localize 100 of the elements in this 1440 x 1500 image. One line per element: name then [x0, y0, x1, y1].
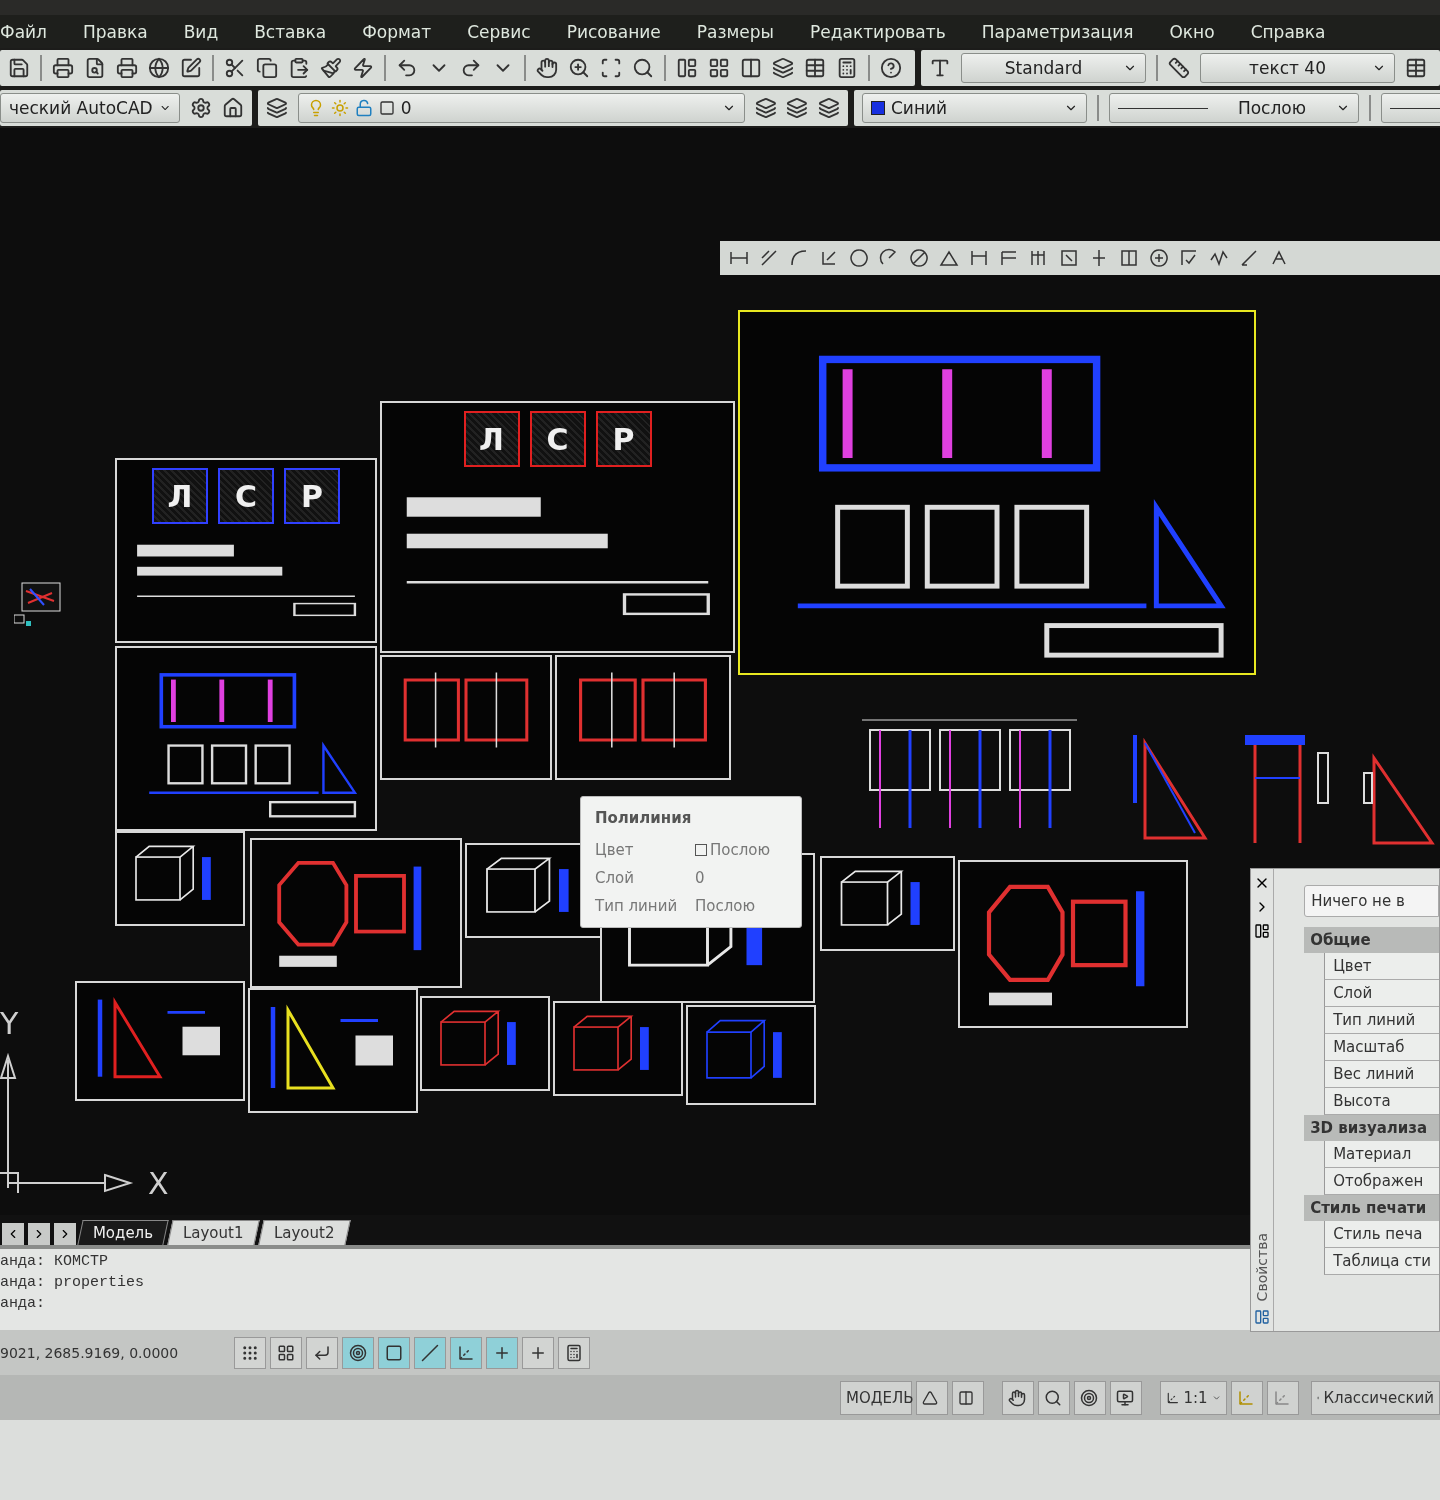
grip-dots-icon[interactable]: [241, 1343, 259, 1362]
hand-icon[interactable]: [1007, 1388, 1026, 1407]
status-toggle[interactable]: [450, 1336, 482, 1369]
menu-item[interactable]: Формат: [362, 21, 432, 42]
help-icon[interactable]: [880, 57, 902, 79]
steering-wheel-button[interactable]: [1073, 1380, 1106, 1415]
square-icon[interactable]: [385, 1343, 403, 1362]
grid-icon[interactable]: [277, 1343, 295, 1362]
house-icon[interactable]: [222, 97, 244, 119]
search-icon[interactable]: [1043, 1388, 1062, 1407]
hand-icon[interactable]: [536, 57, 558, 79]
selection-field[interactable]: Ничего не в: [1304, 885, 1439, 917]
target-icon[interactable]: [349, 1343, 367, 1362]
paintbrush-icon[interactable]: [320, 57, 342, 79]
status-toggle[interactable]: [234, 1336, 266, 1369]
menu-item[interactable]: Вид: [183, 21, 219, 42]
panel-icon[interactable]: [676, 57, 698, 79]
menu-item[interactable]: Размеры: [696, 21, 775, 42]
dimension-tool-icon[interactable]: [1058, 248, 1080, 268]
layers-icon[interactable]: [786, 97, 809, 119]
property-group-header[interactable]: Общие: [1304, 927, 1439, 953]
dimension-tool-icon[interactable]: [1118, 248, 1140, 268]
zoom-window-icon[interactable]: [600, 57, 622, 79]
color-dropdown[interactable]: Синий: [862, 93, 1087, 123]
dimension-tool-icon[interactable]: [848, 248, 870, 268]
show-motion-button[interactable]: [1109, 1380, 1142, 1415]
lineweight-dropdown[interactable]: [1381, 93, 1440, 123]
pan-button[interactable]: [1001, 1380, 1034, 1415]
slash-icon[interactable]: [421, 1343, 439, 1362]
status-toggle[interactable]: [522, 1336, 554, 1369]
file-search-icon[interactable]: [84, 57, 106, 79]
status-toggle[interactable]: [378, 1336, 410, 1369]
annotation-scale-button[interactable]: 1:1: [1159, 1380, 1227, 1415]
dimension-tool-icon[interactable]: [1148, 248, 1170, 268]
redo-icon[interactable]: [460, 57, 482, 79]
ruler-icon[interactable]: [1168, 57, 1190, 79]
panel-icon[interactable]: [1254, 923, 1271, 939]
dimension-tool-icon[interactable]: [938, 248, 960, 268]
workspace-button[interactable]: Классический: [1310, 1380, 1440, 1415]
status-toggle[interactable]: [342, 1336, 374, 1369]
table-icon[interactable]: [804, 57, 826, 79]
menu-item[interactable]: Вставка: [254, 21, 327, 42]
status-toggle[interactable]: [486, 1336, 518, 1369]
status-toggle[interactable]: [558, 1336, 590, 1369]
dimension-tool-icon[interactable]: [1208, 248, 1230, 268]
text-style-icon[interactable]: [929, 57, 951, 79]
layers-icon[interactable]: [818, 97, 840, 119]
menu-item[interactable]: Сервис: [467, 21, 531, 42]
cut-icon[interactable]: [224, 57, 246, 79]
corner-arrow-icon[interactable]: [313, 1343, 331, 1362]
layout-tab[interactable]: Layout1: [167, 1220, 260, 1245]
status-toggle[interactable]: [270, 1336, 302, 1369]
copy-icon[interactable]: [256, 57, 278, 79]
dimension-tool-icon[interactable]: [908, 248, 930, 268]
layers-icon[interactable]: [754, 97, 777, 119]
status-toggle[interactable]: [414, 1336, 446, 1369]
edit-icon[interactable]: [180, 57, 202, 79]
monitor-play-icon[interactable]: [1115, 1388, 1134, 1407]
calculator-icon[interactable]: [836, 57, 858, 79]
property-group-header[interactable]: Стиль печати: [1304, 1195, 1439, 1221]
search-icon[interactable]: [632, 57, 654, 79]
layers-icon[interactable]: [266, 97, 288, 119]
undo-icon[interactable]: [396, 57, 418, 79]
menu-item[interactable]: Окно: [1169, 21, 1215, 42]
property-group-header[interactable]: 3D визуализа: [1304, 1115, 1439, 1141]
printer-icon[interactable]: [116, 57, 138, 79]
dimension-style-dropdown[interactable]: текст 40: [1200, 53, 1395, 83]
menu-item[interactable]: Рисование: [566, 21, 661, 42]
columns-icon[interactable]: [957, 1389, 974, 1406]
layout-tab[interactable]: Модель: [77, 1220, 169, 1245]
target-icon[interactable]: [1079, 1388, 1098, 1407]
status-toggle[interactable]: [306, 1336, 338, 1369]
grid-icon[interactable]: [708, 57, 730, 79]
menu-item[interactable]: Редактировать: [810, 21, 946, 42]
calculator-icon[interactable]: [565, 1343, 583, 1362]
layer-dropdown[interactable]: 0: [297, 93, 745, 123]
columns-icon[interactable]: [740, 57, 762, 79]
paste-icon[interactable]: [288, 57, 310, 79]
save-icon[interactable]: [8, 57, 30, 79]
printer-icon[interactable]: [52, 57, 74, 79]
lightning-icon[interactable]: [352, 57, 374, 79]
layout-view-button[interactable]: [915, 1380, 948, 1415]
globe-icon[interactable]: [148, 57, 170, 79]
zoom-icon[interactable]: [568, 57, 590, 79]
linetype-dropdown[interactable]: Послою: [1109, 93, 1359, 123]
zoom-button[interactable]: [1037, 1380, 1070, 1415]
viewports-button[interactable]: [951, 1380, 984, 1415]
dimension-tool-icon[interactable]: [968, 248, 990, 268]
menu-item[interactable]: Справка: [1250, 21, 1326, 42]
layout-tab[interactable]: Layout2: [258, 1220, 350, 1245]
triangle-icon[interactable]: [921, 1389, 938, 1406]
layers-icon[interactable]: [772, 57, 794, 79]
menu-item[interactable]: Параметризация: [981, 21, 1134, 42]
text-style-dropdown[interactable]: Standard: [961, 53, 1146, 83]
table-icon[interactable]: [1405, 57, 1427, 79]
model-space-button[interactable]: МОДЕЛЬ: [840, 1380, 912, 1415]
axes-icon[interactable]: [457, 1343, 475, 1362]
menu-item[interactable]: Файл: [0, 21, 47, 42]
menu-item[interactable]: Правка: [82, 21, 148, 42]
workspace-dropdown[interactable]: ческий AutoCAD: [0, 93, 180, 123]
